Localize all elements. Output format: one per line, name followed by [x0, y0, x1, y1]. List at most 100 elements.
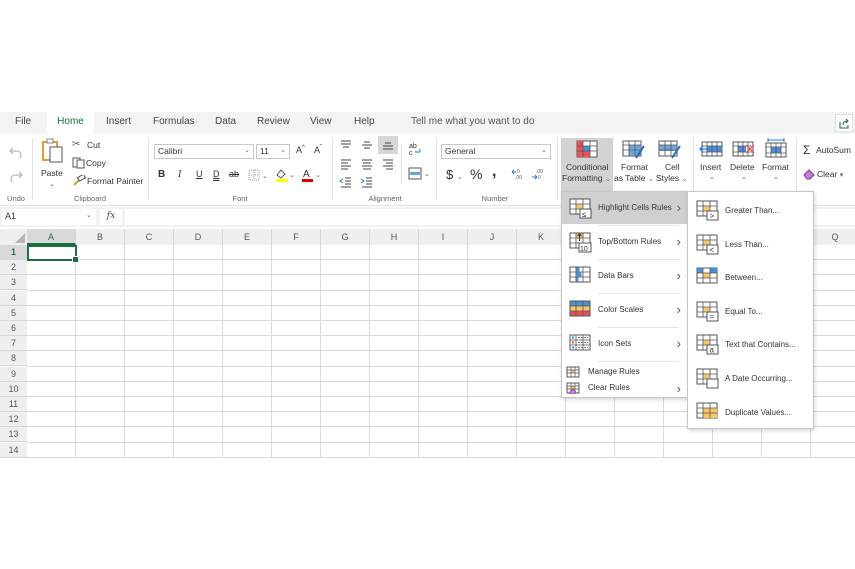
name-box[interactable]: A1 ⌄: [2, 209, 96, 225]
equal-to-icon: =: [696, 301, 722, 323]
select-all-button[interactable]: [0, 229, 27, 245]
tab-review[interactable]: Review: [257, 116, 290, 127]
align-bottom-button[interactable]: [378, 136, 398, 154]
copy-button[interactable]: Copy: [72, 157, 106, 169]
align-right-button[interactable]: [381, 158, 395, 170]
underline-button[interactable]: U: [196, 169, 203, 179]
row-header-10[interactable]: 10: [0, 381, 27, 397]
decrease-decimal-button[interactable]: .00 0: [531, 167, 545, 181]
submenu-item-equal-to[interactable]: = Equal To...: [688, 295, 813, 327]
format-cells-button[interactable]: Format ⌄: [760, 138, 792, 192]
font-size-dropdown[interactable]: 11 ⌄: [256, 144, 290, 159]
submenu-item-duplicate-values[interactable]: Duplicate Values...: [688, 396, 813, 428]
font-color-button[interactable]: A ⌄: [300, 167, 322, 182]
comma-style-button[interactable]: ,: [492, 163, 496, 181]
borders-button[interactable]: ⌄: [248, 169, 268, 181]
increase-indent-button[interactable]: [360, 176, 374, 188]
row-header-1[interactable]: 1: [0, 245, 27, 260]
row-header-7[interactable]: 7: [0, 336, 27, 352]
row-header-14[interactable]: 14: [0, 442, 27, 458]
delete-cells-button[interactable]: Delete ⌄: [729, 138, 759, 192]
column-header-h[interactable]: H: [370, 229, 419, 245]
number-format-dropdown[interactable]: General ⌄: [441, 144, 551, 159]
tell-me-search[interactable]: Tell me what you want to do: [411, 116, 534, 127]
cf-menu-item-icon-sets[interactable]: Icon Sets ›: [562, 328, 687, 360]
row-header-6[interactable]: 6: [0, 321, 27, 336]
align-middle-button[interactable]: [360, 139, 374, 151]
insert-function-button[interactable]: fx: [100, 209, 122, 225]
cf-menu-item-clear-rules[interactable]: Clear Rules ›: [562, 380, 687, 396]
submenu-item-between[interactable]: Between...: [688, 261, 813, 293]
menu-item-label: A Date Occurring...: [725, 374, 793, 383]
increase-font-size-button[interactable]: A^: [296, 145, 305, 155]
column-header-d[interactable]: D: [174, 229, 223, 245]
conditional-formatting-button[interactable]: Conditional Formatting ⌄: [561, 138, 613, 192]
strikethrough-button[interactable]: ab: [229, 169, 239, 179]
cf-menu-item-highlight-cells-rules[interactable]: ≤ Highlight Cells Rules ›: [562, 192, 687, 224]
bold-button[interactable]: B: [158, 169, 165, 180]
column-header-g[interactable]: G: [321, 229, 370, 245]
tab-help[interactable]: Help: [354, 116, 375, 127]
tab-view[interactable]: View: [310, 116, 332, 127]
tab-data[interactable]: Data: [215, 116, 236, 127]
row-header-11[interactable]: 11: [0, 397, 27, 412]
column-header-f[interactable]: F: [272, 229, 321, 245]
row-header-12[interactable]: 12: [0, 412, 27, 428]
align-center-button[interactable]: [360, 158, 374, 170]
submenu-item-a-date-occurring[interactable]: A Date Occurring...: [688, 362, 813, 394]
column-header-c[interactable]: C: [125, 229, 174, 245]
column-header-e[interactable]: E: [223, 229, 272, 245]
row-header-8[interactable]: 8: [0, 351, 27, 367]
row-header-13[interactable]: 13: [0, 427, 27, 443]
column-header-j[interactable]: J: [468, 229, 517, 245]
double-underline-button[interactable]: D: [213, 169, 220, 179]
percent-button[interactable]: %: [470, 166, 482, 182]
merge-center-button[interactable]: ⌄: [408, 167, 432, 181]
menu-item-label: Duplicate Values...: [725, 407, 792, 417]
submenu-item-less-than[interactable]: < Less Than...: [688, 228, 813, 260]
column-header-k[interactable]: K: [517, 229, 566, 245]
row-header-5[interactable]: 5: [0, 305, 27, 321]
cf-menu-item-top-bottom-rules[interactable]: 10 Top/Bottom Rules ›: [562, 226, 687, 258]
italic-button[interactable]: I: [178, 169, 181, 180]
row-header-2[interactable]: 2: [0, 260, 27, 276]
column-header-q[interactable]: Q: [811, 229, 855, 245]
align-left-button[interactable]: [339, 158, 353, 170]
format-as-table-button[interactable]: Format as Table ⌄: [614, 138, 654, 192]
menu-separator: [598, 361, 679, 362]
decrease-indent-button[interactable]: [339, 176, 353, 188]
redo-button[interactable]: [9, 170, 23, 182]
undo-button[interactable]: [9, 146, 23, 158]
currency-button[interactable]: $ ⌄: [446, 167, 463, 182]
fill-color-button[interactable]: ⌄: [274, 167, 296, 182]
tab-file[interactable]: File: [15, 116, 31, 127]
wrap-text-button[interactable]: ab c: [408, 141, 422, 157]
share-button[interactable]: [835, 114, 853, 132]
cf-menu-item-manage-rules[interactable]: Manage Rules: [562, 364, 687, 380]
column-header-a[interactable]: A: [27, 229, 76, 245]
font-name-dropdown[interactable]: Calibri ⌄: [154, 144, 254, 159]
increase-decimal-button[interactable]: 0.00: [511, 167, 525, 181]
svg-text:=: =: [710, 312, 715, 321]
cf-menu-item-data-bars[interactable]: Data Bars ›: [562, 260, 687, 292]
tab-home[interactable]: Home: [47, 112, 94, 134]
submenu-item-text-that-contains[interactable]: a Text that Contains...: [688, 328, 813, 360]
paste-button[interactable]: Paste ⌄: [38, 138, 66, 188]
decrease-font-size-button[interactable]: Aˇ: [314, 145, 322, 155]
format-painter-icon: [73, 175, 86, 186]
cf-menu-item-color-scales[interactable]: Color Scales ›: [562, 294, 687, 326]
insert-cells-button[interactable]: Insert ⌄: [697, 138, 727, 192]
column-header-i[interactable]: I: [419, 229, 468, 245]
active-cell-a1[interactable]: [27, 245, 79, 263]
column-header-b[interactable]: B: [76, 229, 125, 245]
align-top-button[interactable]: [339, 139, 353, 151]
submenu-item-greater-than[interactable]: > Greater Than...: [688, 194, 813, 226]
row-header-9[interactable]: 9: [0, 366, 27, 382]
cell-styles-button[interactable]: Cell Styles ⌄: [655, 138, 689, 192]
row-header-3[interactable]: 3: [0, 275, 27, 291]
tab-formulas[interactable]: Formulas: [153, 116, 195, 127]
row-header-4[interactable]: 4: [0, 290, 27, 306]
format-painter-button[interactable]: Format Painter: [72, 175, 143, 187]
tab-insert[interactable]: Insert: [106, 116, 131, 127]
clear-button[interactable]: Clear ▾: [803, 168, 843, 180]
